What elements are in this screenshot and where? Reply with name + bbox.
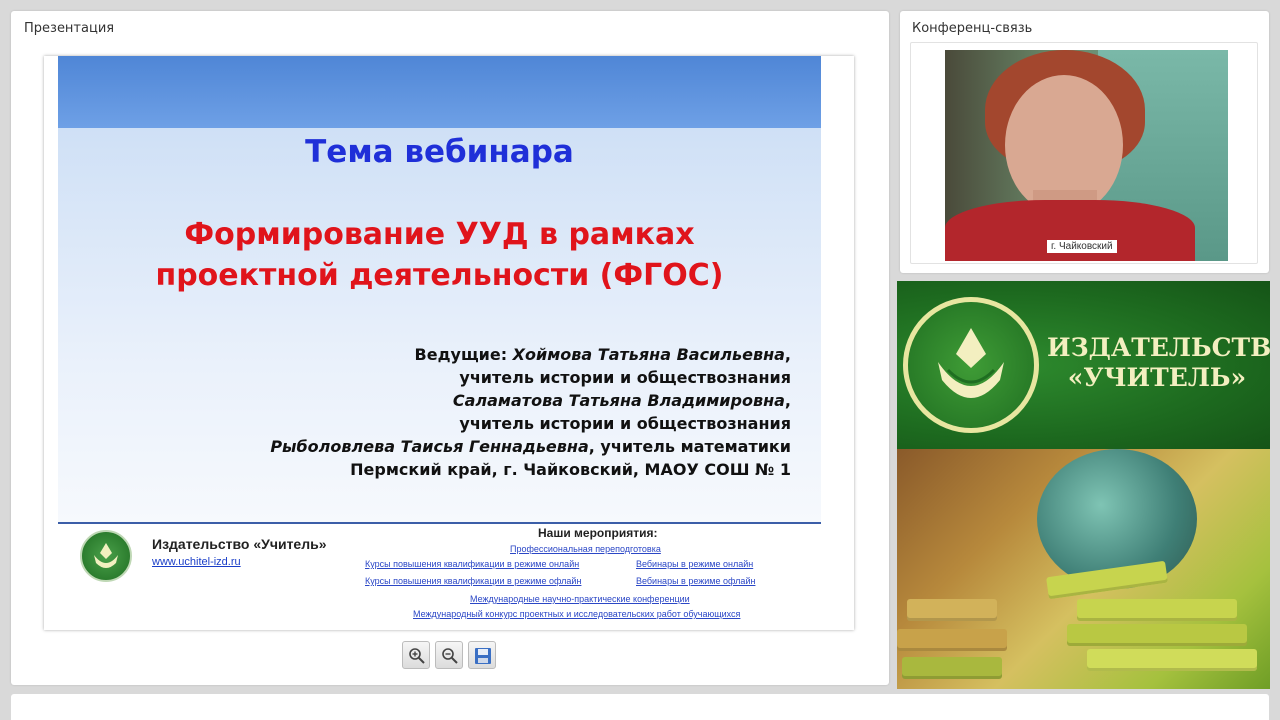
presentation-panel-title: Презентация bbox=[24, 21, 115, 36]
event-link-contest[interactable]: Международный конкурс проектных и исслед… bbox=[413, 609, 740, 619]
banner-title-line2: «УЧИТЕЛЬ» bbox=[1067, 363, 1247, 392]
hosts-line1: Ведущие: Хоймова Татьяна Васильевна, bbox=[414, 345, 791, 364]
publisher-url-link[interactable]: www.uchitel-izd.ru bbox=[152, 556, 241, 568]
slide-hosts: Ведущие: Хоймова Татьяна Васильевна, учи… bbox=[270, 343, 791, 481]
banner-title: ИЗДАТЕЛЬСТВО «УЧИТЕЛЬ» bbox=[1047, 333, 1270, 393]
host1-name: Хоймова Татьяна Васильевна bbox=[512, 345, 785, 364]
video-caption: г. Чайковский bbox=[1047, 240, 1117, 253]
book-image bbox=[902, 657, 1002, 679]
banner-emblem bbox=[903, 297, 1039, 433]
book-image bbox=[907, 599, 997, 621]
event-link-webinars-offline[interactable]: Вебинары в режиме офлайн bbox=[636, 576, 755, 586]
slide-topic-line2: проектной деятельности (ФГОС) bbox=[155, 258, 724, 293]
save-icon bbox=[475, 648, 491, 664]
book-image bbox=[1077, 599, 1237, 621]
presentation-panel: Презентация Тема вебинара Формирование У… bbox=[11, 11, 889, 685]
book-image bbox=[897, 629, 1007, 651]
conference-panel-title: Конференц-связь bbox=[912, 21, 1033, 36]
host3-name: Рыболовлева Таисья Геннадьевна bbox=[270, 437, 589, 456]
publisher-logo bbox=[80, 530, 132, 582]
save-button[interactable] bbox=[468, 641, 496, 669]
event-link-courses-online[interactable]: Курсы повышения квалификации в режиме он… bbox=[365, 559, 579, 569]
webcam-video[interactable]: г. Чайковский bbox=[945, 50, 1228, 261]
hosts-line3: Саламатова Татьяна Владимировна, bbox=[452, 391, 791, 410]
slide-webinar-theme: Тема вебинара bbox=[305, 134, 574, 170]
bottom-panel bbox=[11, 694, 1269, 720]
zoom-out-icon bbox=[442, 648, 458, 664]
banner-header: ИЗДАТЕЛЬСТВО «УЧИТЕЛЬ» bbox=[897, 281, 1270, 449]
conference-panel: Конференц-связь г. Чайковский bbox=[900, 11, 1269, 273]
zoom-in-icon bbox=[409, 648, 425, 664]
slide-topic-line1: Формирование УУД в рамках bbox=[184, 217, 695, 252]
slide-topic-title: Формирование УУД в рамках проектной деят… bbox=[58, 214, 821, 296]
book-image bbox=[1087, 649, 1257, 671]
event-link-courses-offline[interactable]: Курсы повышения квалификации в режиме оф… bbox=[365, 576, 581, 586]
hosts-location: Пермский край, г. Чайковский, МАОУ СОШ №… bbox=[350, 460, 791, 479]
host2-name: Саламатова Татьяна Владимировна bbox=[452, 391, 785, 410]
host2-role: учитель истории и обществознания bbox=[459, 414, 791, 433]
zoom-out-button[interactable] bbox=[435, 641, 463, 669]
event-link-webinars-online[interactable]: Вебинары в режиме онлайн bbox=[636, 559, 753, 569]
presentation-slide: Тема вебинара Формирование УУД в рамках … bbox=[44, 56, 854, 630]
host1-role: учитель истории и обществознания bbox=[459, 368, 791, 387]
event-link-retraining[interactable]: Профессиональная переподготовка bbox=[510, 544, 661, 554]
banner-photo-books-globe bbox=[897, 449, 1270, 689]
slide-header-bar bbox=[58, 56, 821, 128]
event-link-conferences[interactable]: Международные научно-практические конфер… bbox=[470, 594, 690, 604]
hosts-line5: Рыболовлева Таисья Геннадьевна, учитель … bbox=[270, 435, 791, 458]
events-title: Наши мероприятия: bbox=[538, 526, 658, 540]
banner-title-line1: ИЗДАТЕЛЬСТВО bbox=[1047, 333, 1270, 362]
host3-role: , учитель математики bbox=[588, 437, 791, 456]
publisher-emblem-icon bbox=[94, 543, 118, 568]
publisher-banner[interactable]: ИЗДАТЕЛЬСТВО «УЧИТЕЛЬ» bbox=[897, 281, 1270, 689]
publisher-name: Издательство «Учитель» bbox=[152, 536, 327, 552]
publisher-emblem-icon bbox=[938, 328, 1004, 398]
zoom-in-button[interactable] bbox=[402, 641, 430, 669]
hosts-label: Ведущие: bbox=[414, 345, 508, 364]
book-image bbox=[1067, 624, 1247, 646]
slide-body: Тема вебинара Формирование УУД в рамках … bbox=[58, 128, 821, 523]
slide-divider bbox=[58, 522, 821, 524]
